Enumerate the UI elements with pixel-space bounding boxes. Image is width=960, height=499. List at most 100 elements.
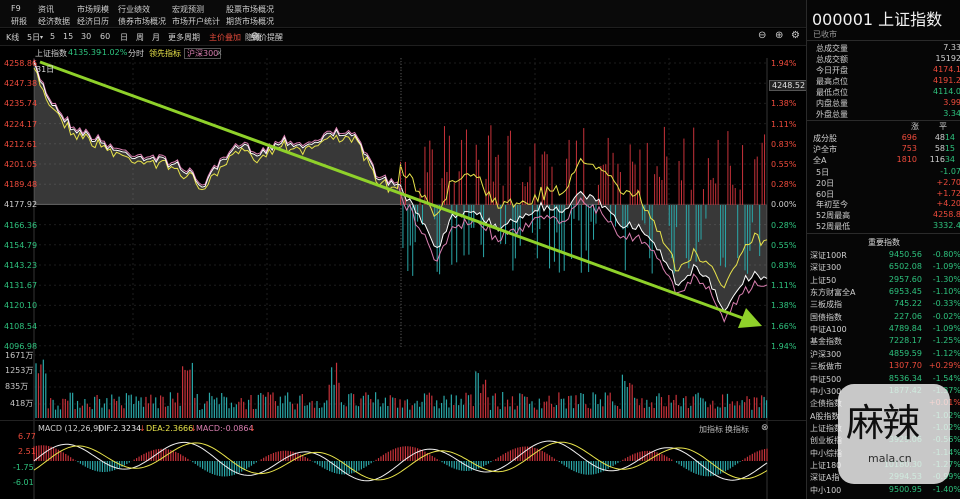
current-price: 4135.39 — [68, 48, 102, 57]
period-row: 20日 +2.70 — [816, 178, 960, 188]
index-row[interactable]: 三板成指 745.22 -0.33% — [810, 299, 960, 310]
pct-axis-label: 1.11% — [771, 119, 797, 129]
menu-item-economic-data[interactable]: 经济数据 — [38, 16, 70, 27]
macd-chart[interactable]: MACD (12,26,9) DIF:2.3234 ↓ DEA:2.3666 ↓… — [0, 420, 806, 499]
breadth-flat-count: 48 — [934, 133, 945, 142]
tab-5min[interactable]: 5 — [50, 32, 55, 41]
menu-item-economic-calendar[interactable]: 经济日历 — [77, 16, 109, 27]
macd-dea: DEA:2.3666 — [146, 424, 194, 433]
breadth-down-count: 15 — [944, 144, 955, 153]
pct-axis-label: 0.28% — [771, 180, 797, 190]
chevron-down-icon[interactable]: ▾ — [40, 34, 43, 41]
stat-label: 总成交量 — [816, 44, 848, 53]
stat-row: 内盘总量 3.99 — [816, 98, 960, 108]
close-legend-icon[interactable]: x — [217, 48, 222, 57]
macd-value: MACD:-0.0864 — [196, 424, 254, 433]
index-row[interactable]: 中证A100 4789.84 -1.09% — [810, 324, 960, 335]
tab-5day[interactable]: 5日 — [27, 32, 40, 43]
security-title: 000001 上证指数 — [812, 10, 943, 29]
period-row: 60日 +1.72 — [816, 189, 960, 199]
vol-axis-label-3: 835万 — [5, 382, 29, 391]
add-indicator-button[interactable]: 加指标 — [699, 424, 723, 435]
index-row[interactable]: 深证300 6502.08 -1.09% — [810, 262, 960, 273]
menu-item-industry-performance[interactable]: 行业绩效 — [118, 4, 150, 15]
tab-month[interactable]: 月 — [152, 32, 160, 43]
breadth-up-count: 696 — [901, 133, 917, 142]
index-name: 中小100 — [810, 485, 842, 495]
switch-indicator-button[interactable]: 换指标 — [725, 424, 749, 435]
pct-axis-label: 0.00% — [771, 200, 797, 210]
breadth-row: 成分股 696 48 14 — [813, 133, 958, 143]
zoom-in-icon[interactable]: ⊕ — [775, 30, 783, 41]
tab-60min[interactable]: 60 — [100, 32, 110, 41]
breadth-flat-header: 平 — [939, 122, 947, 131]
index-change: -0.80% — [932, 250, 960, 259]
index-row[interactable]: 国债指数 227.06 -0.02% — [810, 312, 960, 323]
pct-axis-label: 0.55% — [771, 160, 797, 169]
settings-icon[interactable]: ⚙ — [791, 30, 800, 41]
menu-item-stock-market-overview[interactable]: 股票市场概况 — [226, 4, 274, 15]
menu-item-macro-forecast[interactable]: 宏观预测 — [172, 4, 204, 15]
price-axis-label: 4224.17 — [4, 119, 38, 129]
pct-axis-label: 1.94% — [771, 59, 797, 68]
tab-kline[interactable]: K线 — [6, 32, 19, 43]
index-row[interactable]: 三板做市 1307.70 +0.29% — [810, 361, 960, 372]
menu-item-futures-overview[interactable]: 期货市场概况 — [226, 16, 274, 27]
tab-30min[interactable]: 30 — [81, 32, 91, 41]
index-change: -1.10% — [932, 287, 960, 297]
index-name: 深证300 — [810, 263, 842, 273]
tab-week[interactable]: 周 — [136, 32, 144, 43]
macd-dif: DIF:2.3234 — [98, 424, 142, 433]
current-change-pct: -1.02% — [99, 48, 128, 57]
index-name: 基金指数 — [810, 337, 842, 347]
index-price: 8536.34 — [888, 373, 922, 383]
breadth-down-count: 34 — [944, 155, 955, 164]
index-row[interactable]: 基金指数 7228.17 -1.25% — [810, 336, 960, 347]
intraday-price-chart[interactable]: 4258.86 4247.38 4235.74 4224.17 4212.61 4201.… — [0, 58, 809, 351]
stat-row: 今日开盘 4174.1 — [816, 65, 960, 75]
index-name: 三板做市 — [810, 362, 842, 372]
price-alert-button[interactable]: 到价提醒 — [251, 32, 283, 43]
index-price: 7228.17 — [888, 336, 922, 346]
breadth-up-count: 1810 — [896, 155, 917, 164]
price-axis-label: 4247.38 — [4, 79, 38, 89]
index-row[interactable]: 东方财富全A 6953.45 -1.10% — [810, 287, 960, 298]
index-price: 6502.08 — [888, 262, 922, 272]
stat-row: 最低点位 4114.0 — [816, 87, 960, 97]
breadth-down-count: 14 — [944, 133, 955, 142]
close-indicator-icon[interactable]: ⊗ — [761, 423, 769, 433]
menu-item-market-size[interactable]: 市场规模 — [77, 4, 109, 15]
menu-item-f9[interactable]: F9 — [11, 4, 21, 13]
tab-day[interactable]: 日 — [120, 32, 128, 43]
period-label: 5日 — [816, 168, 830, 177]
more-periods-button[interactable]: 更多周期 — [168, 32, 200, 43]
period-label: 52周最高 — [816, 211, 851, 221]
stat-value: 4191.2 — [933, 76, 960, 85]
breadth-row: 全A 1810 116 34 — [813, 155, 958, 165]
menu-item-news[interactable]: 资讯 — [38, 4, 54, 15]
stat-value: 15192 — [935, 54, 960, 63]
index-row[interactable]: 深证100R 9450.56 -0.80% — [810, 250, 960, 261]
period-toolbar: K线 5日 ▾ 5 15 30 60 日 周 月 更多周期 主价叠加 隐藏 ⊖ … — [0, 29, 806, 46]
stat-value: 7.33 — [943, 43, 960, 52]
breadth-row: 沪全市 753 58 15 — [813, 144, 958, 154]
macd-axis-label-1: 6.77 — [18, 432, 36, 441]
index-price: 9500.95 — [888, 484, 922, 494]
index-row[interactable]: 中小100 9500.95 -1.40% — [810, 485, 960, 496]
index-change: -1.30% — [932, 274, 960, 284]
price-axis-label: 4120.10 — [4, 301, 38, 311]
zoom-out-icon[interactable]: ⊖ — [758, 30, 766, 41]
index-price: 227.06 — [894, 311, 922, 321]
index-name: 上证180 — [810, 460, 842, 470]
volume-chart[interactable]: 1671万 1253万 835万 418万 — [0, 348, 806, 420]
menu-item-bond-market-overview[interactable]: 债券市场概况 — [118, 16, 166, 27]
overlay-button[interactable]: 主价叠加 — [209, 32, 241, 43]
tab-15min[interactable]: 15 — [63, 32, 73, 41]
stat-label: 今日开盘 — [816, 66, 848, 75]
index-row[interactable]: 沪深300 4859.59 -1.12% — [810, 349, 960, 360]
price-axis-label: 4189.48 — [4, 180, 38, 190]
menu-item-account-stats[interactable]: 市场开户统计 — [172, 16, 220, 27]
menu-item-research[interactable]: 研报 — [11, 16, 27, 27]
index-row[interactable]: 上证50 2957.60 -1.30% — [810, 275, 960, 286]
index-row[interactable]: 中证500 8536.34 -1.54% — [810, 374, 960, 385]
